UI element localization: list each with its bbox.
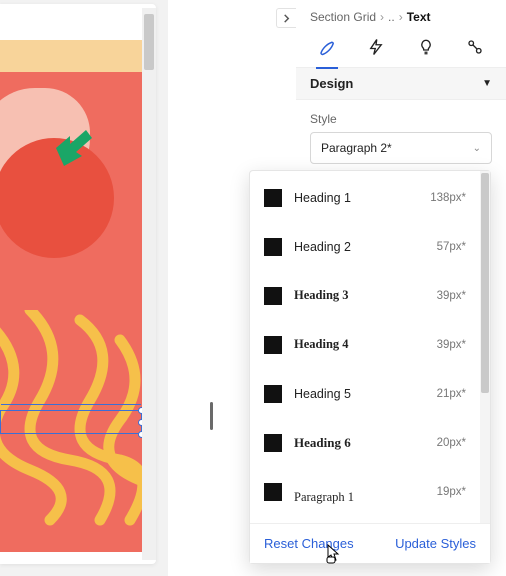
style-swatch [264,287,282,305]
style-select[interactable]: Paragraph 2* ⌄ [310,132,492,164]
canvas-scrollbar[interactable] [142,8,156,560]
style-option-size: 21px* [437,388,466,400]
text-caret [210,402,213,430]
style-option-paragraph-1[interactable]: Paragraph 1 19px* [250,467,480,516]
inspector-tabs [296,32,506,68]
page-artboard [0,40,144,552]
canvas-scrollbar-thumb[interactable] [144,14,154,70]
popover-scrollbar-thumb[interactable] [481,173,489,393]
style-swatch [264,434,282,452]
style-option-heading-2[interactable]: Heading 2 57px* [250,222,480,271]
style-swatch [264,189,282,207]
style-option-size: 19px* [437,486,466,498]
chevron-right-icon: › [399,10,403,24]
style-option-heading-1[interactable]: Heading 1 138px* [250,173,480,222]
style-list: Heading 1 138px* Heading 2 57px* Heading… [250,171,480,518]
ideas-tab[interactable] [409,32,443,68]
style-list-scroll[interactable]: Heading 1 138px* Heading 2 57px* Heading… [250,171,490,523]
style-dropdown-popover: Heading 1 138px* Heading 2 57px* Heading… [249,170,491,564]
style-option-size: 57px* [437,241,466,253]
style-swatch [264,336,282,354]
style-option-heading-3[interactable]: Heading 3 39px* [250,271,480,320]
style-option-label: Heading 1 [294,191,418,205]
style-option-heading-6[interactable]: Heading 6 20px* [250,418,480,467]
update-styles-button[interactable]: Update Styles [395,536,476,551]
style-option-label: Heading 3 [294,288,425,303]
style-option-size: 20px* [437,437,466,449]
popover-scrollbar[interactable] [480,171,490,523]
design-tab[interactable] [310,32,344,68]
style-field-label: Style [296,100,506,132]
chevron-right-icon: › [380,10,384,24]
style-option-size: 39px* [437,290,466,302]
design-section-header[interactable]: Design ▼ [296,68,506,100]
brush-icon [318,38,336,61]
caret-down-icon: ▼ [482,78,492,89]
style-option-size: 138px* [430,192,466,204]
style-option-label: Heading 4 [294,337,425,352]
style-option-label: Paragraph 1 [294,490,425,505]
advanced-tab[interactable] [458,32,492,68]
style-option-label: Heading 5 [294,387,425,401]
style-swatch [264,385,282,403]
breadcrumb-ellipsis[interactable]: .. [388,10,395,24]
style-select-value: Paragraph 2* [321,141,392,155]
popover-footer: Reset Changes Update Styles [250,523,490,563]
style-option-heading-4[interactable]: Heading 4 39px* [250,320,480,369]
canvas-panel[interactable] [0,4,156,564]
lightbulb-icon [417,38,435,61]
settings-icon [466,38,484,61]
breadcrumb-leaf[interactable]: Text [407,10,431,24]
chevron-down-icon: ⌄ [473,143,481,154]
section-title: Design [310,76,353,91]
style-swatch [264,238,282,256]
collapse-inspector-button[interactable] [276,8,296,28]
style-swatch [264,483,282,501]
canvas-area [0,0,168,576]
animate-tab[interactable] [359,32,393,68]
style-option-heading-5[interactable]: Heading 5 21px* [250,369,480,418]
reset-changes-button[interactable]: Reset Changes [264,536,354,551]
lightning-icon [367,38,385,61]
art-leaf-icon [52,126,98,172]
style-option-label: Heading 6 [294,435,425,451]
breadcrumb-root[interactable]: Section Grid [310,10,376,24]
breadcrumb: Section Grid › .. › Text [296,0,506,32]
style-option-label: Heading 2 [294,240,425,254]
style-option-size: 39px* [437,339,466,351]
text-selection-box[interactable] [0,410,142,434]
